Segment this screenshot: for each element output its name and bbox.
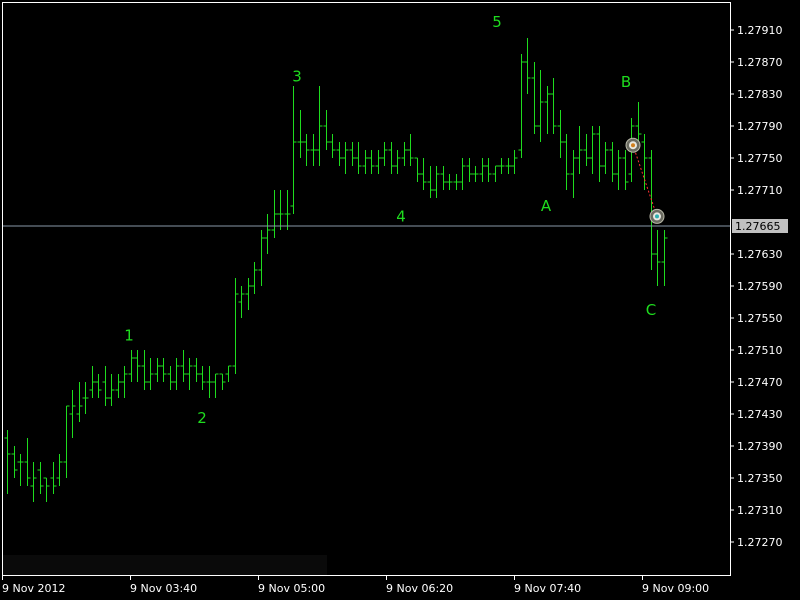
price-tick-label: 1.27550: [737, 312, 783, 325]
signal-marker-dot: [631, 143, 635, 148]
signal-marker-top: [625, 137, 641, 153]
time-tick-label: 9 Nov 03:40: [130, 582, 197, 595]
price-tick-label: 1.27390: [737, 440, 783, 453]
price-tick-label: 1.27790: [737, 120, 783, 133]
wave-label-3: 3: [292, 67, 302, 85]
price-tick-label: 1.27470: [737, 376, 783, 389]
price-chart: 1 2 3 4 5 A B C 1.27910 1.27870 1.27830 1.27790 1.2…: [0, 0, 800, 600]
price-tick-label: 1.27270: [737, 536, 783, 549]
price-tick-label: 1.27510: [737, 344, 783, 357]
price-tick-label: 1.27430: [737, 408, 783, 421]
chart-background: [0, 0, 800, 600]
time-tick-label: 9 Nov 2012: [2, 582, 65, 595]
time-tick-label: 9 Nov 06:20: [386, 582, 453, 595]
time-tick-label: 9 Nov 07:40: [514, 582, 581, 595]
price-tick-label: 1.27830: [737, 88, 783, 101]
price-tick-label: 1.27870: [737, 56, 783, 69]
price-tick-label: 1.27750: [737, 152, 783, 165]
price-tick-label: 1.27630: [737, 248, 783, 261]
price-tick-label: 1.27710: [737, 184, 783, 197]
wave-label-c: C: [646, 301, 656, 319]
price-tick-label: 1.27590: [737, 280, 783, 293]
status-panel: [3, 555, 327, 575]
signal-marker-bottom: [649, 208, 665, 224]
price-tick-label: 1.27350: [737, 472, 783, 485]
time-tick-label: 9 Nov 09:00: [642, 582, 709, 595]
time-tick-label: 9 Nov 05:00: [258, 582, 325, 595]
wave-label-b: B: [621, 73, 631, 91]
current-price-label: 1.27665: [735, 220, 781, 233]
wave-label-1: 1: [124, 327, 134, 345]
wave-label-5: 5: [492, 13, 502, 31]
wave-label-2: 2: [197, 409, 207, 427]
price-tick-label: 1.27910: [737, 24, 783, 37]
price-tick-label: 1.27310: [737, 504, 783, 517]
wave-label-a: A: [541, 197, 552, 215]
signal-marker-dot: [655, 214, 659, 219]
wave-label-4: 4: [396, 207, 406, 225]
